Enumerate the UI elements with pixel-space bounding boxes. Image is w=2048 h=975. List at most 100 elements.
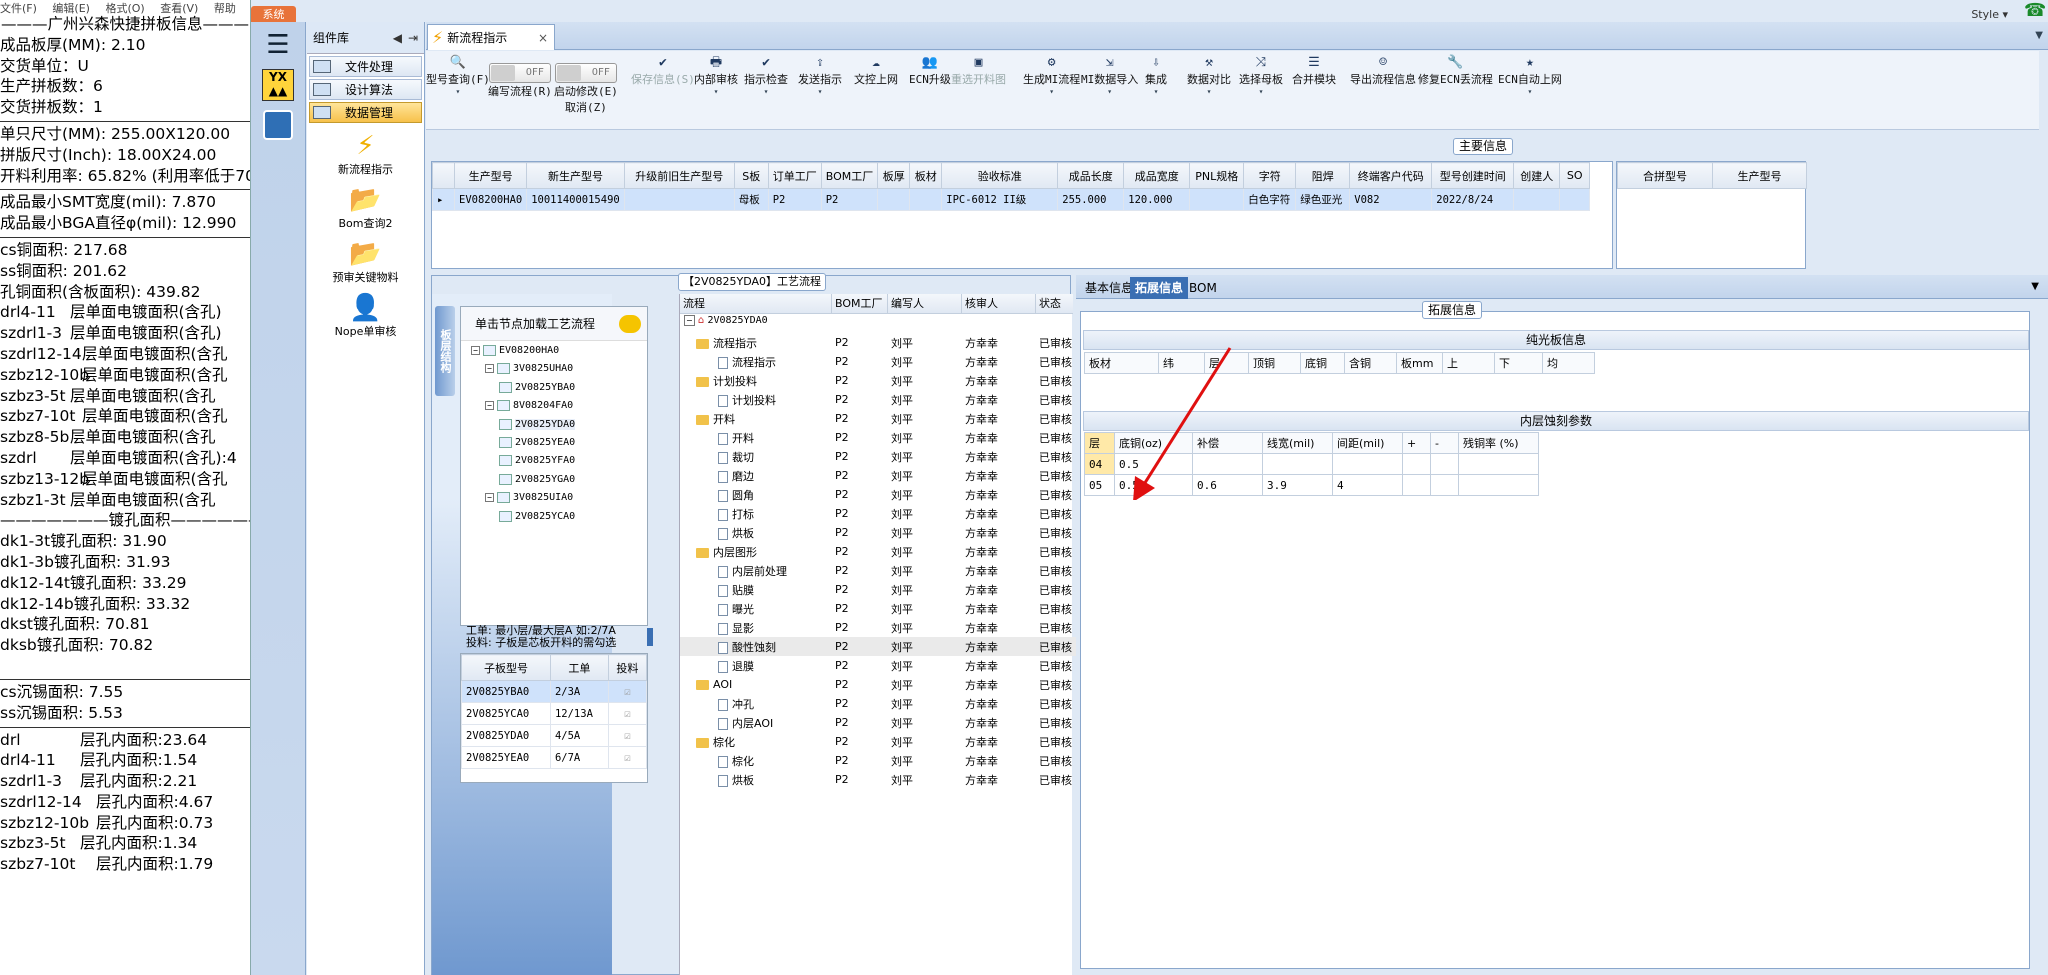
flow-row[interactable]: 曝光 P2 刘平 方幸幸 已审核 [680,599,1100,618]
table-cell[interactable] [1458,453,1539,475]
flow-row[interactable]: 裁切 P2 刘平 方幸幸 已审核 [680,447,1100,466]
dropdown-caret-icon[interactable]: ▾ [1498,87,1562,96]
table-cell[interactable] [1458,474,1539,496]
ribbon-sublabel[interactable]: 取消(Z) [554,99,618,115]
table-row[interactable]: 2V0825YDA0 4/5A ☑ [461,724,647,747]
column-header[interactable]: BOM工厂 [820,162,879,189]
column-header[interactable]: 工单 [549,654,609,681]
collapse-icon[interactable]: − [471,346,480,355]
menu-format[interactable]: 格式(O) [105,2,144,14]
column-header[interactable]: 终端客户代码 [1349,162,1433,189]
tree-node[interactable]: − EV08200HA0 [471,345,559,356]
column-header[interactable]: 核审人 [962,294,1036,313]
component-nope-review[interactable]: 👤 Nope单审核 [307,293,424,339]
yx-app-icon[interactable]: YX ▲▲ [257,68,299,102]
column-header[interactable]: S板 [733,162,769,189]
table-cell[interactable]: 绿色亚光 [1295,188,1351,211]
tab-extended-info[interactable]: 拓展信息 [1130,277,1189,299]
system-menu-button[interactable]: 系统 [251,6,296,23]
checkbox[interactable]: ☑ [607,724,647,747]
flow-row[interactable]: 内层图形 P2 刘平 方幸幸 已审核 [680,542,1100,561]
dropdown-caret-icon[interactable]: ▾ [426,87,490,96]
column-header[interactable]: 层 [1204,352,1249,374]
table-cell[interactable] [1430,474,1459,496]
flow-row[interactable]: 烘板 P2 刘平 方幸幸 已审核 [680,770,1100,789]
ribbon-button-7[interactable]: ☁ 文控上网 [854,55,898,87]
column-header[interactable]: 线宽(mil) [1262,432,1333,454]
menu-edit[interactable]: 编辑(E) [52,2,90,14]
column-header[interactable]: 成品宽度 [1123,162,1191,189]
table-cell[interactable] [1402,474,1431,496]
component-new-flow[interactable]: ⚡ 新流程指示 [307,131,424,177]
menu-help[interactable]: 帮助 [214,2,236,14]
column-header[interactable]: 板材 [1084,352,1159,374]
flow-row[interactable]: 贴膜 P2 刘平 方幸幸 已审核 [680,580,1100,599]
toggle-switch[interactable]: OFF [554,63,617,83]
table-cell[interactable]: 04 [1084,453,1115,475]
column-header[interactable]: 下 [1494,352,1543,374]
flow-row[interactable]: 流程指示 P2 刘平 方幸幸 已审核 [680,352,1100,371]
style-menu[interactable]: Style ▾ [1971,8,2008,21]
table-cell[interactable] [1192,453,1263,475]
table-cell[interactable] [1559,188,1591,211]
ribbon-button-17[interactable]: 🔧 修复ECN丢流程 [1418,55,1493,87]
flow-row[interactable]: 烘板 P2 刘平 方幸幸 已审核 [680,523,1100,542]
ribbon-button-8[interactable]: 👥 ECN升级 [909,55,951,87]
tree-node[interactable]: − 3V0825UHA0 [485,363,573,375]
ribbon-button-4[interactable]: 🖶 内部审核 ▾ [694,55,738,96]
table-row[interactable]: 2V0825YEA0 6/7A ☑ [461,746,647,769]
tab-dropdown-icon[interactable]: ▼ [2035,30,2043,41]
table-cell[interactable] [877,188,911,211]
flow-row[interactable]: 计划投料 P2 刘平 方幸幸 已审核 [680,371,1100,390]
column-header[interactable]: 底铜 [1300,352,1345,374]
ribbon-button-6[interactable]: ⇪ 发送指示 ▾ [798,55,842,96]
ribbon-button-1[interactable]: OFF 编写流程(R) [488,63,552,99]
flow-row[interactable]: 显影 P2 刘平 方幸幸 已审核 [680,618,1100,637]
table-cell[interactable]: 12/13A [549,702,609,725]
ribbon-button-3[interactable]: ✔ 保存信息(S) [631,55,695,87]
column-header[interactable]: 板mm [1396,352,1443,374]
table-cell[interactable]: P2 [820,188,879,211]
column-header[interactable]: BOM工厂 [832,294,888,313]
table-cell[interactable]: 3.9 [1262,474,1333,496]
flow-row[interactable]: 冲孔 P2 刘平 方幸幸 已审核 [680,694,1100,713]
column-header[interactable]: SO [1559,162,1591,189]
column-header[interactable]: 层 [1084,432,1115,454]
table-cell[interactable]: 2V0825YEA0 [461,746,551,769]
table-cell[interactable]: 0.5 [1114,474,1193,496]
column-header[interactable]: 子板型号 [461,654,551,681]
ribbon-button-9[interactable]: ▣ 重选开料图 [951,55,1006,87]
column-header[interactable]: 验收标准 [941,162,1059,189]
table-cell[interactable] [1189,188,1245,211]
flow-row[interactable]: 内层AOI P2 刘平 方幸幸 已审核 [680,713,1100,732]
column-header[interactable]: 订单工厂 [767,162,822,189]
column-header[interactable]: 底铜(oz) [1114,432,1193,454]
table-row[interactable]: 05 0.5 0.6 3.9 4 [1084,474,1539,496]
table-cell[interactable]: IPC-6012 II级 [941,188,1059,211]
column-header[interactable]: 字符 [1243,162,1297,189]
tree-node[interactable]: − 8V08204FA0 [485,400,573,412]
table-row[interactable]: 2V0825YCA0 12/13A ☑ [461,702,647,725]
checkbox[interactable]: ☑ [607,680,647,703]
phone-icon[interactable]: ☎ [2024,0,2046,22]
tree-node[interactable]: 2V0825YFA0 [499,455,575,467]
flow-row[interactable]: 棕化 P2 刘平 方幸幸 已审核 [680,751,1100,770]
ribbon-button-14[interactable]: ⤨ 选择母板 ▾ [1239,55,1283,96]
calculator-icon[interactable] [257,108,299,142]
column-header[interactable]: 含铜 [1344,352,1397,374]
ribbon-button-18[interactable]: ★ ECN自动上网 ▾ [1498,55,1562,96]
column-header[interactable]: 升级前旧生产型号 [623,162,735,189]
collapse-icon[interactable]: − [485,401,494,411]
table-cell[interactable]: 2V0825YCA0 [461,702,551,725]
table-cell[interactable]: 2/3A [549,680,609,703]
column-header[interactable]: 纬 [1158,352,1205,374]
dropdown-caret-icon[interactable]: ▾ [1239,87,1283,96]
column-header[interactable]: 残铜率 (%) [1458,432,1539,454]
column-header[interactable]: 板厚 [877,162,911,189]
scroll-handle[interactable] [647,628,653,646]
ribbon-button-13[interactable]: ⚒ 数据对比 ▾ [1187,55,1231,96]
column-header[interactable]: 创建人 [1513,162,1561,189]
tab-new-flow[interactable]: ⚡ 新流程指示 × [427,24,555,50]
table-cell[interactable]: V082 [1349,188,1433,211]
column-header[interactable]: + [1402,432,1431,454]
